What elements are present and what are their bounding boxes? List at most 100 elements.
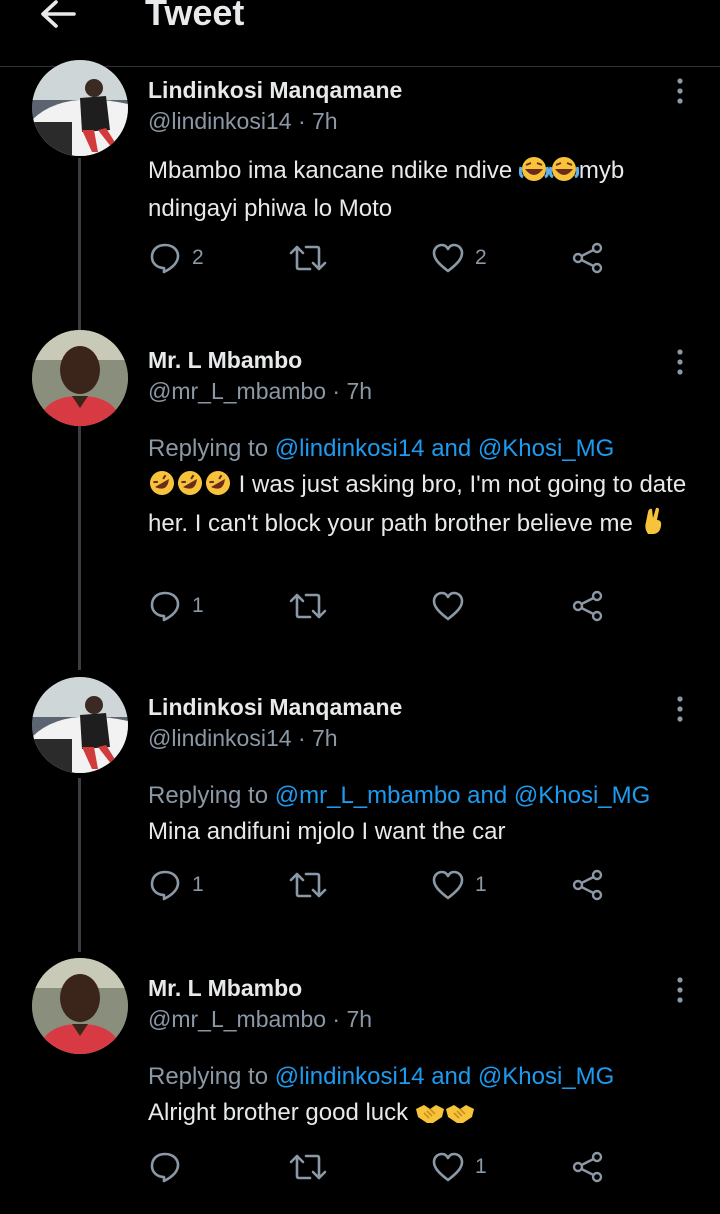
face-with-tears-of-joy-icon bbox=[548, 155, 580, 192]
more-options-icon[interactable] bbox=[668, 347, 692, 377]
handshake-icon bbox=[415, 1101, 445, 1134]
replying-prefix: Replying to bbox=[148, 435, 269, 462]
tweet-text-part: Mina andifuni mjolo I want the car bbox=[148, 818, 506, 845]
author-name[interactable]: Mr. L Mbambo bbox=[148, 347, 302, 374]
tweet-actions: 1 1 bbox=[148, 865, 618, 905]
share-button[interactable] bbox=[571, 238, 605, 278]
tweet-text-part: Mbambo ima kancane ndike ndive bbox=[148, 157, 513, 184]
avatar[interactable] bbox=[32, 958, 128, 1054]
retweet-icon bbox=[289, 245, 327, 271]
avatar-photo-icon bbox=[32, 60, 128, 156]
crossed-fingers-icon bbox=[640, 506, 666, 545]
reply-button[interactable]: 2 bbox=[148, 238, 204, 278]
timestamp: · 7h bbox=[332, 1006, 373, 1032]
share-button[interactable] bbox=[571, 865, 605, 905]
replying-to: Replying to @lindinkosi14 and @Khosi_MG bbox=[148, 435, 614, 463]
back-arrow-icon[interactable] bbox=[38, 0, 78, 30]
share-icon bbox=[572, 1151, 603, 1183]
replying-mentions[interactable]: @lindinkosi14 and @Khosi_MG bbox=[275, 435, 615, 462]
like-button[interactable] bbox=[431, 586, 475, 626]
reply-count: 1 bbox=[192, 594, 204, 617]
tweet-text: Alright brother good luck bbox=[148, 1096, 693, 1134]
tweet[interactable]: Mr. L Mbambo @mr_L_mbambo · 7h Replying … bbox=[0, 958, 720, 1214]
reply-icon bbox=[150, 243, 180, 274]
like-count: 2 bbox=[475, 246, 487, 269]
heart-icon bbox=[432, 591, 464, 621]
like-button[interactable]: 2 bbox=[431, 238, 487, 278]
author-handle: @lindinkosi14 bbox=[148, 725, 292, 751]
retweet-icon bbox=[289, 1154, 327, 1180]
tweet-text: Mbambo ima kancane ndike ndive myb nding… bbox=[148, 154, 693, 225]
share-icon bbox=[572, 869, 603, 901]
tweet[interactable]: Mr. L Mbambo @mr_L_mbambo · 7h Replying … bbox=[0, 330, 720, 650]
share-icon bbox=[572, 590, 603, 622]
rolling-on-floor-laughing-icon bbox=[204, 469, 232, 506]
top-bar: Tweet bbox=[0, 0, 720, 67]
reply-icon bbox=[150, 1152, 180, 1183]
retweet-icon bbox=[289, 593, 327, 619]
tweet-actions: 1 bbox=[148, 586, 618, 626]
like-button[interactable]: 1 bbox=[431, 865, 487, 905]
reply-count: 1 bbox=[192, 873, 204, 896]
avatar-photo-icon bbox=[32, 330, 128, 426]
reply-button[interactable]: 1 bbox=[148, 586, 204, 626]
replying-mentions[interactable]: @lindinkosi14 and @Khosi_MG bbox=[275, 1063, 615, 1090]
heart-icon bbox=[432, 1152, 464, 1182]
share-button[interactable] bbox=[571, 586, 605, 626]
like-button[interactable]: 1 bbox=[431, 1147, 487, 1187]
avatar[interactable] bbox=[32, 677, 128, 773]
retweet-button[interactable] bbox=[288, 865, 328, 905]
author-handle: @mr_L_mbambo bbox=[148, 378, 327, 404]
handshake-icon bbox=[445, 1101, 475, 1134]
author-meta: @mr_L_mbambo · 7h bbox=[148, 1006, 372, 1033]
rolling-on-floor-laughing-icon bbox=[176, 469, 204, 506]
share-button[interactable] bbox=[571, 1147, 605, 1187]
more-options-icon[interactable] bbox=[668, 694, 692, 724]
replying-prefix: Replying to bbox=[148, 782, 269, 809]
avatar-photo-icon bbox=[32, 677, 128, 773]
timestamp: · 7h bbox=[332, 378, 373, 404]
retweet-button[interactable] bbox=[288, 586, 328, 626]
tweet-actions: 1 bbox=[148, 1147, 618, 1187]
replying-to: Replying to @mr_L_mbambo and @Khosi_MG bbox=[148, 782, 650, 810]
rolling-on-floor-laughing-icon bbox=[148, 469, 176, 506]
timestamp: · 7h bbox=[297, 108, 338, 134]
more-options-icon[interactable] bbox=[668, 975, 692, 1005]
avatar[interactable] bbox=[32, 330, 128, 426]
retweet-button[interactable] bbox=[288, 1147, 328, 1187]
reply-icon bbox=[150, 591, 180, 622]
author-meta: @mr_L_mbambo · 7h bbox=[148, 378, 372, 405]
tweet-text: I was just asking bro, I'm not going to … bbox=[148, 468, 693, 545]
like-count: 1 bbox=[475, 873, 487, 896]
reply-button[interactable]: 1 bbox=[148, 865, 204, 905]
face-with-tears-of-joy-icon bbox=[518, 155, 550, 192]
author-meta: @lindinkosi14 · 7h bbox=[148, 725, 338, 752]
author-name[interactable]: Mr. L Mbambo bbox=[148, 975, 302, 1002]
avatar-photo-icon bbox=[32, 958, 128, 1054]
author-name[interactable]: Lindinkosi Manqamane bbox=[148, 694, 402, 721]
author-name[interactable]: Lindinkosi Manqamane bbox=[148, 77, 402, 104]
retweet-button[interactable] bbox=[288, 238, 328, 278]
author-handle: @mr_L_mbambo bbox=[148, 1006, 327, 1032]
author-meta: @lindinkosi14 · 7h bbox=[148, 108, 338, 135]
share-icon bbox=[572, 242, 603, 274]
page-title: Tweet bbox=[145, 0, 245, 33]
replying-to: Replying to @lindinkosi14 and @Khosi_MG bbox=[148, 1063, 614, 1091]
more-options-icon[interactable] bbox=[668, 76, 692, 106]
reply-count: 2 bbox=[192, 246, 204, 269]
reply-button[interactable] bbox=[148, 1147, 192, 1187]
retweet-icon bbox=[289, 872, 327, 898]
tweet[interactable]: Lindinkosi Manqamane @lindinkosi14 · 7h … bbox=[0, 677, 720, 937]
timestamp: · 7h bbox=[297, 725, 338, 751]
tweet-text: Mina andifuni mjolo I want the car bbox=[148, 815, 693, 848]
heart-icon bbox=[432, 243, 464, 273]
heart-icon bbox=[432, 870, 464, 900]
tweet-actions: 2 2 bbox=[148, 238, 618, 278]
tweet[interactable]: Lindinkosi Manqamane @lindinkosi14 · 7h … bbox=[0, 60, 720, 316]
like-count: 1 bbox=[475, 1155, 487, 1178]
replying-prefix: Replying to bbox=[148, 1063, 269, 1090]
avatar[interactable] bbox=[32, 60, 128, 156]
replying-mentions[interactable]: @mr_L_mbambo and @Khosi_MG bbox=[275, 782, 651, 809]
tweet-text-part: Alright brother good luck bbox=[148, 1099, 409, 1126]
reply-icon bbox=[150, 870, 180, 901]
